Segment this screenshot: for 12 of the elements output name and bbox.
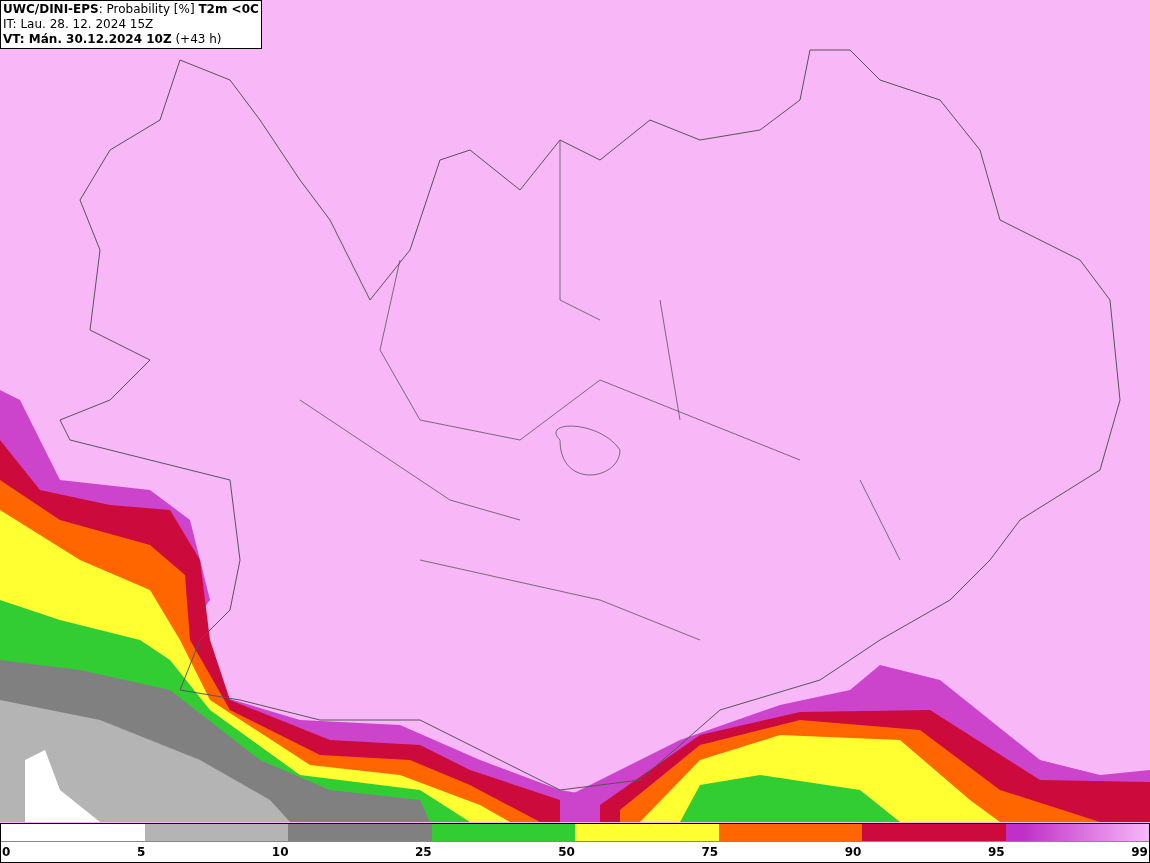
legend-tick-label: 50	[558, 844, 575, 861]
initial-time: IT: Lau. 28. 12. 2024 15Z	[3, 17, 155, 32]
legend-tick-label: 75	[701, 844, 719, 861]
legend-tick-label: 0	[2, 844, 11, 861]
legend-tick-label: 90	[844, 844, 862, 861]
legend-tick-label: 10	[271, 844, 289, 861]
model-title: UWC/DINI-EPS: Probability [%] T2m <0C	[3, 2, 259, 17]
legend-tick-label: 5	[136, 844, 146, 861]
legend-tick-label: 25	[415, 844, 432, 861]
valid-time: VT: Mán. 30.12.2024 10Z (+43 h)	[3, 32, 223, 47]
legend-tick-label: 95	[987, 844, 1005, 861]
legend-tick-label: 99	[1131, 844, 1148, 861]
